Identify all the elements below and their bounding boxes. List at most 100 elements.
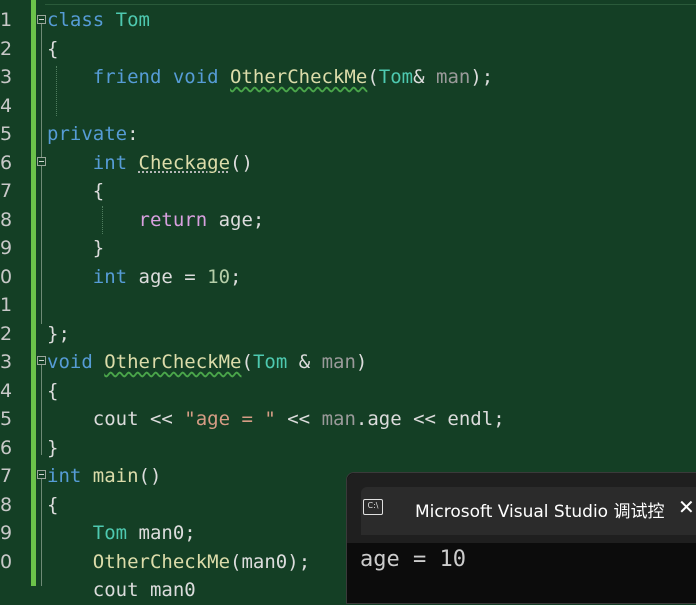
- code-token: {: [47, 379, 59, 402]
- code-token: );: [470, 66, 494, 88]
- line-number: 4: [0, 379, 12, 402]
- code-token: ): [355, 351, 368, 373]
- code-token: endl: [447, 408, 494, 430]
- code-token: Tom: [252, 351, 288, 373]
- code-line[interactable]: }: [47, 434, 58, 463]
- line-number: 6: [0, 436, 12, 459]
- code-token: man0: [138, 522, 185, 544]
- debug-console-window[interactable]: C:\ Microsoft Visual Studio 调试控 ✕ age = …: [346, 472, 696, 604]
- code-token: friend: [47, 66, 173, 88]
- code-token: (: [241, 351, 253, 373]
- code-token: age =: [138, 265, 208, 288]
- code-token: );: [287, 550, 311, 573]
- code-token: {: [47, 180, 105, 202]
- line-number: 0: [0, 265, 12, 288]
- code-line[interactable]: cout man0: [47, 576, 196, 605]
- line-number: 3: [0, 66, 12, 88]
- code-line[interactable]: {: [47, 377, 58, 406]
- code-token: Tom: [47, 522, 139, 544]
- code-token: private: [47, 123, 128, 145]
- editor-top-border: [45, 0, 696, 5]
- code-token: int: [47, 151, 139, 174]
- line-number-gutter: 1 2 3 4 5 6 7 8 9 0 1 2 3 4 5 6 7 8 9 0: [0, 0, 14, 586]
- code-token: ;: [184, 522, 196, 544]
- code-line[interactable]: Tom man0;: [47, 519, 196, 548]
- code-token: main: [92, 465, 139, 487]
- terminal-icon: C:\: [363, 499, 383, 515]
- code-line[interactable]: {: [47, 177, 104, 206]
- code-token: man: [321, 351, 356, 373]
- code-token: cout: [47, 408, 150, 430]
- code-token: <<: [275, 408, 322, 430]
- code-token: &: [287, 351, 322, 373]
- code-token: Tom: [115, 9, 150, 31]
- console-body: age = 10: [347, 543, 696, 603]
- code-token: 10: [207, 265, 231, 288]
- code-token: age: [218, 208, 253, 231]
- code-token: man0: [149, 579, 196, 601]
- code-token: man: [321, 408, 356, 430]
- code-line[interactable]: {: [47, 491, 58, 520]
- code-line[interactable]: {: [47, 35, 58, 64]
- code-token: (: [230, 550, 242, 573]
- code-token: :: [127, 123, 139, 145]
- line-number: 1: [0, 294, 12, 316]
- code-line[interactable]: };: [47, 320, 70, 349]
- fold-toggle-class[interactable]: [37, 15, 46, 24]
- code-line[interactable]: friend void OtherCheckMe(Tom& man);: [47, 63, 493, 92]
- code-token: (): [230, 151, 253, 174]
- change-tracking-bar: [31, 0, 36, 586]
- code-token: }: [47, 237, 105, 259]
- code-token: {: [47, 493, 59, 516]
- code-token: "age = ": [184, 408, 276, 430]
- line-number: 7: [0, 465, 12, 487]
- line-number: 5: [0, 408, 12, 430]
- line-number: 2: [0, 322, 12, 345]
- code-token: cout: [47, 579, 150, 601]
- code-line[interactable]: }: [47, 234, 104, 263]
- line-number: 5: [0, 123, 12, 145]
- code-line[interactable]: cout << "age = " << man.age << endl;: [47, 405, 505, 434]
- code-token: void: [172, 66, 231, 88]
- fold-toggle-main[interactable]: [37, 470, 46, 479]
- console-titlebar: C:\ Microsoft Visual Studio 调试控 ✕: [347, 473, 696, 543]
- code-token: man0: [241, 550, 288, 573]
- line-number: 3: [0, 351, 12, 373]
- code-token: &: [413, 66, 436, 88]
- code-token: void: [47, 351, 105, 373]
- code-token: OtherCheckMe: [47, 550, 231, 573]
- line-number: 7: [0, 180, 12, 202]
- code-token: {: [47, 37, 59, 60]
- line-number: 6: [0, 151, 12, 174]
- code-token: OtherCheckMe: [104, 351, 242, 373]
- code-line[interactable]: int Checkage(): [47, 149, 253, 178]
- code-token: <<: [413, 408, 448, 430]
- fold-toggle-othercheckme[interactable]: [37, 356, 46, 365]
- line-number: 1: [0, 9, 12, 31]
- code-line[interactable]: int main(): [47, 462, 161, 491]
- code-token: OtherCheckMe: [230, 66, 368, 88]
- line-number: 0: [0, 550, 12, 573]
- fold-toggle-checkage[interactable]: [37, 157, 46, 166]
- code-line[interactable]: class Tom: [47, 6, 150, 35]
- code-token: ;: [230, 265, 242, 288]
- close-icon[interactable]: ✕: [678, 495, 695, 519]
- line-number: 4: [0, 94, 12, 117]
- code-token: };: [47, 322, 70, 345]
- console-output: age = 10: [360, 547, 466, 572]
- code-token: man: [436, 66, 471, 88]
- code-token: <<: [149, 408, 185, 430]
- code-token: int: [47, 465, 93, 487]
- fold-guide-class: [41, 24, 42, 324]
- console-title: Microsoft Visual Studio 调试控: [415, 502, 665, 522]
- code-token: (: [367, 66, 379, 88]
- code-line[interactable]: int age = 10;: [47, 263, 242, 292]
- code-line[interactable]: return age;: [47, 206, 265, 235]
- line-number: 8: [0, 493, 12, 516]
- code-token: class: [47, 9, 116, 31]
- code-line[interactable]: OtherCheckMe(man0);: [47, 548, 310, 577]
- fold-guide-main: [41, 479, 42, 586]
- code-line[interactable]: void OtherCheckMe(Tom & man): [47, 348, 367, 377]
- code-line[interactable]: private:: [47, 120, 139, 149]
- code-token: ;: [493, 408, 505, 430]
